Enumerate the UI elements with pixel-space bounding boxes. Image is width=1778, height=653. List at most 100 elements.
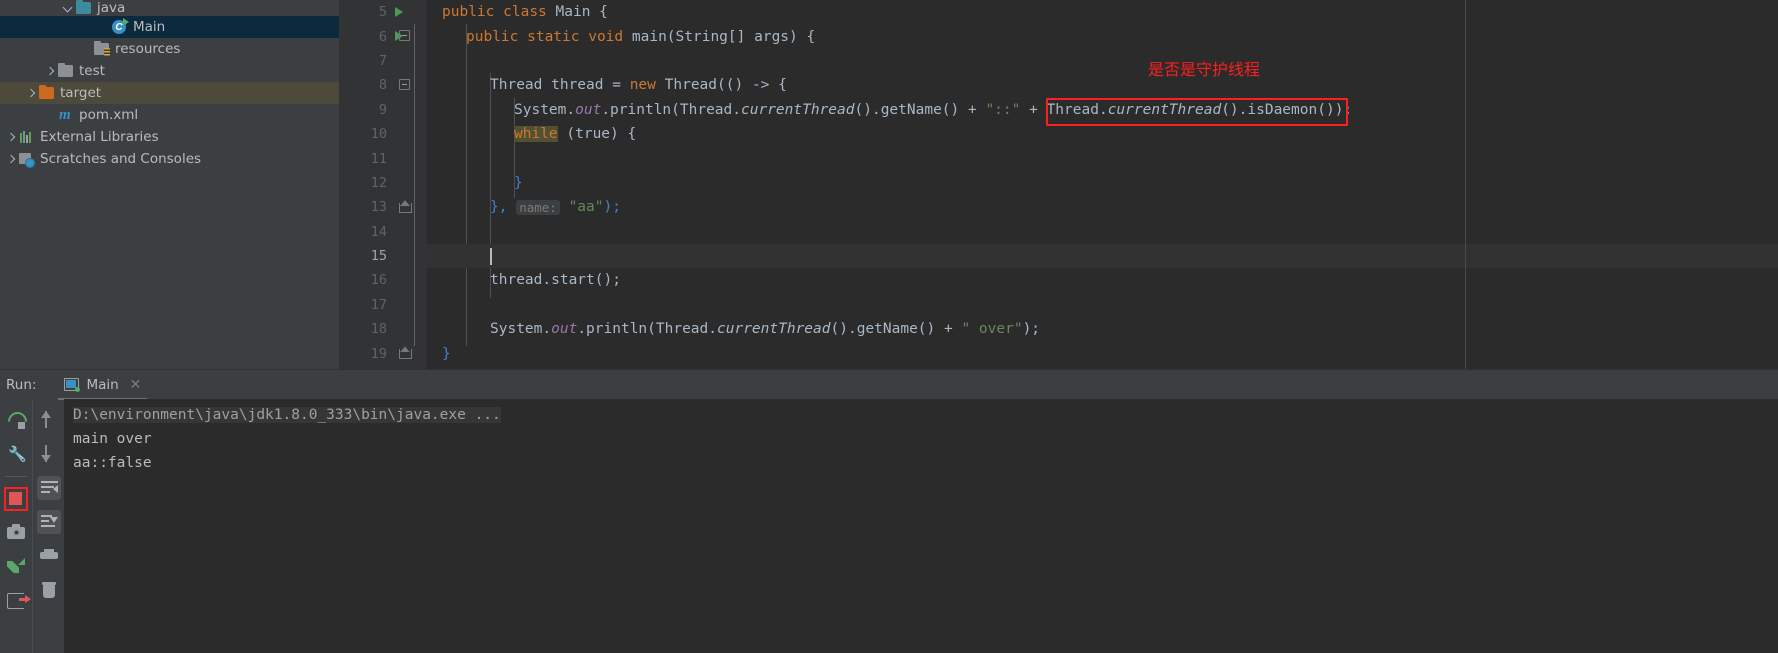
stop-button[interactable] <box>4 487 28 511</box>
code-line-16[interactable]: 16 thread.start(); <box>339 268 1778 292</box>
fold-toggle-icon[interactable] <box>399 30 410 42</box>
line-number: 8 <box>378 77 387 94</box>
line-number: 14 <box>370 223 387 240</box>
line-number: 15 <box>370 248 387 265</box>
stop-icon <box>9 492 22 505</box>
code-token: "aa" <box>568 199 604 216</box>
close-icon[interactable]: ✕ <box>130 377 142 393</box>
code-token: ().getName() + <box>830 321 962 338</box>
line-number: 13 <box>370 199 387 216</box>
code-token: class <box>503 4 547 21</box>
fold-toggle-icon[interactable] <box>399 79 410 91</box>
tree-item-main[interactable]: Main <box>0 16 339 38</box>
tree-item-pom-xml[interactable]: m pom.xml <box>0 104 339 126</box>
code-token: thread.start(); <box>490 272 621 289</box>
code-token: } <box>514 174 523 191</box>
camera-icon <box>7 524 25 539</box>
line-number: 18 <box>370 321 387 338</box>
scroll-to-end-button[interactable] <box>36 510 61 534</box>
tree-item-label: External Libraries <box>40 129 159 145</box>
soft-wrap-button[interactable] <box>36 476 61 500</box>
code-line-13[interactable]: 13 }, name: "aa"); <box>339 195 1778 219</box>
tree-item-target[interactable]: target <box>0 82 339 104</box>
annotation-text: 是否是守护线程 <box>1148 60 1261 79</box>
chevron-right-icon[interactable] <box>5 131 18 144</box>
line-number: 5 <box>378 4 387 21</box>
code-token: ); <box>1022 321 1041 338</box>
thread-dump-button[interactable] <box>4 555 28 579</box>
export-button[interactable] <box>4 589 31 613</box>
chevron-right-icon[interactable] <box>25 87 38 100</box>
code-token-while-highlighted: while <box>514 126 558 143</box>
code-line-5[interactable]: 5 public class Main { <box>339 0 1778 24</box>
run-label: Run: <box>6 376 37 393</box>
code-line-7[interactable]: 7 <box>339 49 1778 73</box>
code-token: .println(Thread. <box>577 321 717 338</box>
scroll-to-end-icon <box>40 515 58 529</box>
chevron-down-icon[interactable] <box>62 2 75 15</box>
code-line-18[interactable]: 18 System. out .println(Thread. currentThre… <box>339 317 1778 341</box>
code-token: currentThread <box>717 321 831 338</box>
code-token: Main <box>555 4 591 21</box>
code-line-8[interactable]: 8 Thread thread = new Thread(() -> { <box>339 73 1778 97</box>
console-line: aa::false <box>73 455 152 471</box>
rerun-button[interactable] <box>4 408 28 432</box>
run-body: 🔧 D:\environment\java\jdk1.8.0_333\bin\j… <box>0 399 1778 653</box>
code-line-11[interactable]: 11 <box>339 146 1778 170</box>
tree-item-resources[interactable]: resources <box>0 38 339 60</box>
java-class-icon <box>111 18 129 35</box>
project-tool-window[interactable]: java Main resources test <box>0 0 339 369</box>
line-number: 16 <box>370 272 387 289</box>
console-output[interactable]: D:\environment\java\jdk1.8.0_333\bin\jav… <box>64 399 1778 653</box>
line-number: 17 <box>370 296 387 313</box>
rerun-icon <box>7 411 25 429</box>
maven-icon: m <box>59 107 71 123</box>
export-icon <box>7 593 31 609</box>
code-line-17[interactable]: 17 <box>339 293 1778 317</box>
chevron-right-icon[interactable] <box>44 65 57 78</box>
down-arrow-button[interactable] <box>37 442 61 466</box>
code-token: currentThread <box>741 101 855 118</box>
code-line-14[interactable]: 14 <box>339 220 1778 244</box>
wrench-icon: 🔧 <box>8 445 27 463</box>
code-line-19[interactable]: 19 } <box>339 341 1778 365</box>
run-header: Run: Main ✕ <box>0 369 1778 400</box>
run-gutter-icon[interactable] <box>395 7 403 17</box>
tab-main[interactable]: Main ✕ <box>58 370 148 400</box>
screenshot-button[interactable] <box>4 521 28 545</box>
folder-grey-icon <box>57 62 74 79</box>
code-editor[interactable]: 5 public class Main { 6 public static vo… <box>339 0 1778 369</box>
clear-all-button[interactable] <box>37 578 61 602</box>
line-number: 10 <box>370 126 387 143</box>
tree-item-external-libraries[interactable]: External Libraries <box>0 126 339 148</box>
line-number: 6 <box>378 28 387 45</box>
thread-dump-icon <box>7 558 25 576</box>
parameter-hint: name: <box>516 199 560 215</box>
arrow-up-icon <box>40 411 51 428</box>
editor-right-separator <box>1465 0 1466 369</box>
code-token: + <box>1020 101 1047 118</box>
tree-item-java[interactable]: java <box>0 0 339 16</box>
line-number: 11 <box>370 150 387 167</box>
fold-end-icon[interactable] <box>399 346 412 360</box>
tree-item-label: java <box>97 0 126 16</box>
print-button[interactable] <box>37 544 61 568</box>
fold-end-icon[interactable] <box>399 200 412 214</box>
code-line-6[interactable]: 6 public static void main(String[] args)… <box>339 24 1778 48</box>
settings-wrench-button[interactable]: 🔧 <box>4 442 28 466</box>
line-number: 19 <box>370 345 387 362</box>
code-line-12[interactable]: 12 } <box>339 171 1778 195</box>
code-token: "::" <box>985 101 1021 118</box>
chevron-right-icon[interactable] <box>5 153 18 166</box>
console-line: main over <box>73 431 152 447</box>
run-tool-window: Run: Main ✕ 🔧 D:\environment\java\jdk1.8… <box>0 369 1778 653</box>
console-tab-icon <box>64 378 81 392</box>
console-line: D:\environment\java\jdk1.8.0_333\bin\jav… <box>64 403 1778 427</box>
code-line-15[interactable]: 15 <box>339 243 1778 269</box>
scratches-icon <box>18 151 35 168</box>
tree-item-test[interactable]: test <box>0 60 339 82</box>
tree-item-scratches-and-consoles[interactable]: Scratches and Consoles <box>0 148 339 170</box>
up-arrow-button[interactable] <box>37 408 61 432</box>
